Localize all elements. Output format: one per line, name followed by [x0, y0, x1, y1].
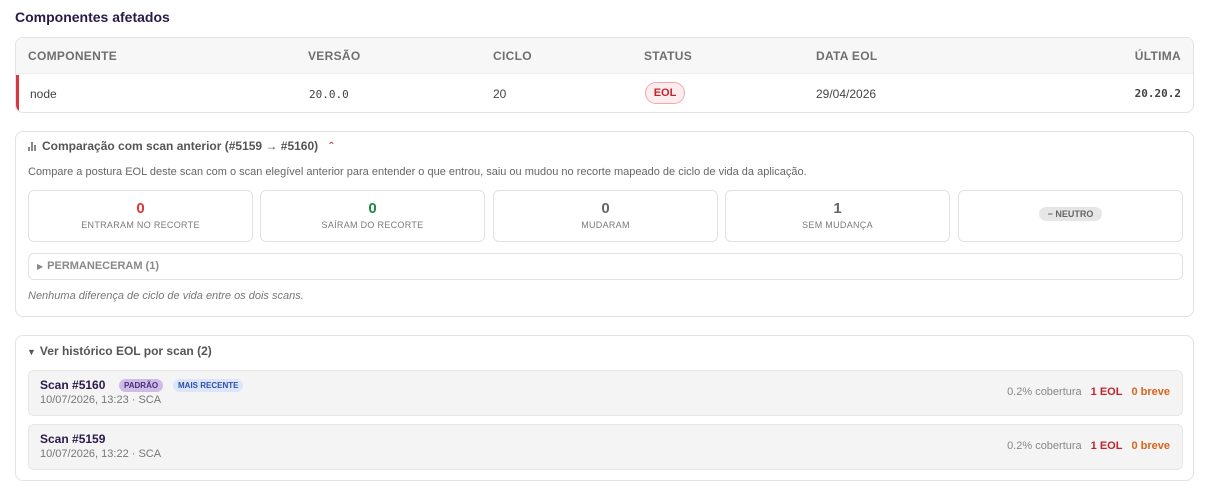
- stat-left: 0 SAÍRAM DO RECORTE: [260, 190, 485, 242]
- stat-value: 0: [368, 200, 377, 217]
- stat-verdict: − NEUTRO: [958, 190, 1183, 242]
- eol-count: 1 EOL: [1090, 440, 1123, 452]
- default-badge: PADRÃO: [119, 379, 164, 392]
- scan-item[interactable]: Scan #5159 10/07/2026, 13:22 · SCA 0.2% …: [28, 424, 1183, 470]
- scan-metrics: 0.2% cobertura 1 EOL 0 breve: [1007, 440, 1170, 452]
- components-table: COMPONENTE VERSÃO CICLO STATUS DATA EOL …: [15, 37, 1194, 113]
- coverage: 0.2% cobertura: [1007, 386, 1082, 398]
- most-recent-badge: MAIS RECENTE: [173, 379, 244, 392]
- comparison-card: Comparação com scan anterior (#5159 → #5…: [15, 131, 1194, 317]
- cell-latest: 20.20.2: [1134, 87, 1181, 100]
- scan-date: 10/07/2026, 13:23 · SCA: [40, 394, 162, 406]
- scan-date: 10/07/2026, 13:22 · SCA: [40, 448, 162, 460]
- chevron-up-icon: ⌃: [327, 140, 336, 152]
- scan-item[interactable]: Scan #5160 PADRÃO MAIS RECENTE 10/07/202…: [28, 370, 1183, 416]
- caret-right-icon: ▶: [37, 262, 44, 271]
- history-title: Ver histórico EOL por scan (2): [39, 344, 212, 358]
- section-title: Componentes afetados: [15, 9, 170, 25]
- stat-label: ENTRARAM NO RECORTE: [81, 220, 200, 230]
- bar-chart-icon: [28, 141, 37, 151]
- stat-entered: 0 ENTRARAM NO RECORTE: [28, 190, 253, 242]
- scan-metrics: 0.2% cobertura 1 EOL 0 breve: [1007, 386, 1170, 398]
- stat-unchanged: 1 SEM MUDANÇA: [725, 190, 950, 242]
- stat-value: 0: [601, 200, 610, 217]
- cell-version: 20.0.0: [309, 88, 349, 101]
- caret-down-icon: ▼: [27, 347, 36, 357]
- header-cycle[interactable]: CICLO: [493, 49, 532, 63]
- remained-toggle[interactable]: ▶ PERMANECERAM (1): [28, 253, 1183, 280]
- stat-label: MUDARAM: [581, 220, 630, 230]
- header-status[interactable]: STATUS: [644, 49, 692, 63]
- cell-component: node: [30, 87, 57, 101]
- scan-name: Scan #5159: [40, 432, 106, 446]
- table-row[interactable]: node 20.0.0 20 EOL 29/04/2026 20.20.2: [16, 75, 1193, 112]
- cell-eol-date: 29/04/2026: [816, 87, 877, 101]
- remained-label: PERMANECERAM (1): [47, 260, 159, 272]
- breve-count: 0 breve: [1131, 386, 1170, 398]
- stat-value: 1: [833, 200, 842, 217]
- stat-value: 0: [136, 200, 145, 217]
- no-diff-message: Nenhuma diferença de ciclo de vida entre…: [28, 290, 304, 302]
- comparison-title: Comparação com scan anterior (#5159 → #5…: [42, 139, 319, 153]
- status-badge: EOL: [645, 82, 685, 104]
- header-version[interactable]: VERSÃO: [308, 49, 360, 63]
- neutral-badge: − NEUTRO: [1038, 207, 1103, 221]
- header-latest[interactable]: ÚLTIMA: [1135, 49, 1181, 63]
- eol-count: 1 EOL: [1090, 386, 1123, 398]
- coverage: 0.2% cobertura: [1007, 440, 1082, 452]
- history-toggle[interactable]: ▼ Ver histórico EOL por scan (2): [27, 344, 212, 358]
- header-eol-date[interactable]: DATA EOL: [816, 49, 878, 63]
- scan-name: Scan #5160: [40, 378, 106, 392]
- table-header: COMPONENTE VERSÃO CICLO STATUS DATA EOL …: [16, 38, 1193, 74]
- breve-count: 0 breve: [1131, 440, 1170, 452]
- history-card: ▼ Ver histórico EOL por scan (2) Scan #51…: [15, 335, 1194, 481]
- stat-label: SEM MUDANÇA: [802, 220, 873, 230]
- comparison-toggle[interactable]: Comparação com scan anterior (#5159 → #5…: [28, 139, 336, 153]
- stat-changed: 0 MUDARAM: [493, 190, 718, 242]
- stat-label: SAÍRAM DO RECORTE: [321, 220, 424, 230]
- comparison-description: Compare a postura EOL deste scan com o s…: [28, 166, 807, 178]
- cell-cycle: 20: [493, 87, 507, 101]
- header-component[interactable]: COMPONENTE: [28, 49, 117, 63]
